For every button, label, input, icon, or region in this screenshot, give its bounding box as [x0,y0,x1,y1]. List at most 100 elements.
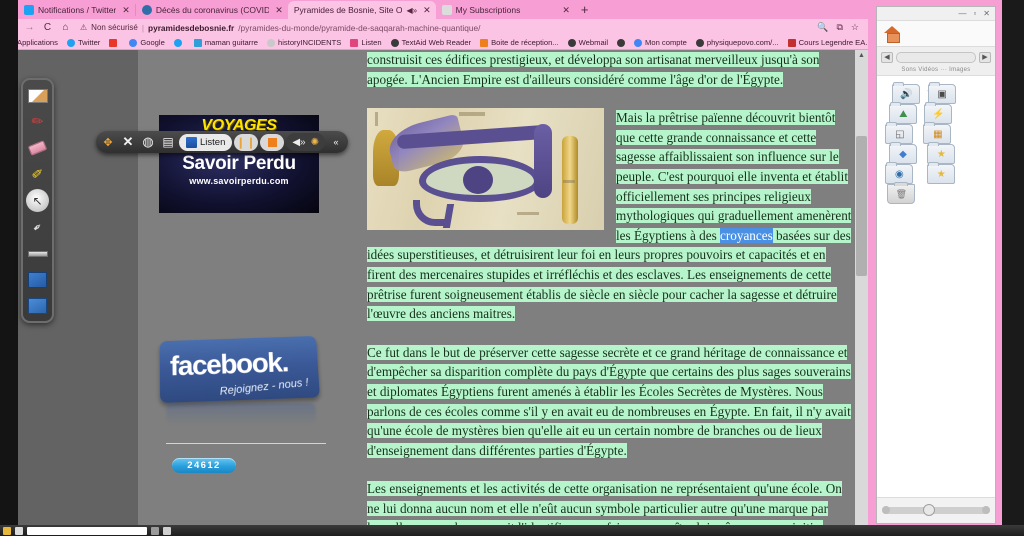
select-cursor-tool[interactable]: ↖ [26,189,49,212]
folder-item-animations[interactable]: ⚡ Animati... [918,102,956,120]
yellow-highlighter-tool[interactable]: ✏ [25,163,50,184]
tab-close-icon[interactable]: ✕ [421,5,431,16]
home-icon[interactable] [884,26,901,41]
slider-knob[interactable] [923,504,935,516]
banner-line-4: www.savoirperdu.com [159,176,319,186]
new-tab-button[interactable]: + [575,2,595,19]
paragraph-text-after: basées sur des idées superstitieuses, et… [367,228,851,321]
close-icon[interactable]: ✕ [119,133,137,151]
pause-button[interactable]: ❙❙ [234,134,258,151]
nav-back-button[interactable]: ◀ [881,52,893,63]
browser-tab-0[interactable]: Notifications / Twitter ✕ [18,1,135,19]
bookmark-twitter[interactable]: Twitter [67,38,100,47]
bookmark-google[interactable]: Google [129,38,165,47]
folder-item-recherches[interactable]: ◉ Recherc... [880,162,918,180]
move-handle-icon[interactable]: ✥ [99,133,117,151]
browser-tab-2[interactable]: Pyramides de Bosnie, Site O ◀» ✕ [288,1,436,19]
page-scrollbar[interactable]: ▲ ▼ [855,50,868,536]
maximize-button[interactable]: ▫ [973,9,976,18]
folder-item-favoris[interactable]: ★ Favoris [918,142,956,160]
gear-icon[interactable]: ✺ [311,137,319,148]
reload-button[interactable]: C [42,22,53,33]
browser-tab-3[interactable]: My Subscriptions ✕ [436,1,575,19]
bookmark-label: maman guitarre [205,38,258,47]
scroll-up-arrow[interactable]: ▲ [855,50,868,62]
bookmark-star-icon[interactable]: ☆ [851,22,859,33]
cours-icon [788,39,796,47]
textaid-floating-toolbar[interactable]: ✥ ✕ ◍ ▤ Listen ❙❙ ◀» ✺ « [96,131,348,153]
url-path: /pyramides-du-monde/pyramide-de-saqqarah… [238,23,480,33]
bookmark-textaid[interactable]: TextAid Web Reader [391,38,472,47]
taskbar-text-field[interactable] [27,527,147,535]
facebook-widget[interactable]: facebook. Rejoignez - nous ! 24612 [160,338,322,438]
tab-close-icon[interactable]: ✕ [120,5,130,16]
forward-button[interactable]: → [24,22,35,33]
minimize-button[interactable]: — [958,9,966,18]
file-browser-app: — ▫ ✕ ◀ ▶ Sons Vidéos ··· Images 🔊 ▣ ⛰ ⚡… [868,0,1024,536]
bookmark-boite-reception[interactable]: Boite de réception... [480,38,559,47]
line-tool[interactable] [25,243,50,264]
path-field[interactable] [896,52,976,63]
listen-button[interactable]: Listen [179,134,232,151]
red-pen-tool[interactable]: ✎ [25,111,50,132]
document-icon[interactable]: ▤ [159,133,177,151]
tab-close-icon[interactable]: ✕ [560,5,570,16]
screen-record-tool[interactable] [25,295,50,316]
bookmark-mon-compte[interactable]: Mon compte [634,38,687,47]
facebook-button[interactable]: facebook. Rejoignez - nous ! [160,336,320,403]
folder-item-images[interactable]: ⛰ Images [880,102,918,120]
site-banner[interactable]: VOYAGES INITIATIQUES Savoir Perdu www.sa… [159,115,319,213]
pupil [463,166,493,194]
plus-icon[interactable] [15,527,23,535]
folder-item-corbeille[interactable]: 🗑 Corbeille [880,182,918,200]
folder-item-signets[interactable]: ★ Signets [918,162,956,180]
star-icon[interactable] [3,527,11,535]
nav-forward-button[interactable]: ▶ [979,52,991,63]
hieroglyph-mark-3 [563,180,575,183]
cast-icon[interactable]: ⧉ [836,22,842,33]
bookmark-cours-legendre[interactable]: Cours Legendre EA.. [788,38,868,47]
bookmark-webmail[interactable]: Webmail [568,38,608,47]
folder-item-sons[interactable]: 🔊 Sons [880,82,918,100]
screen-root: Notifications / Twitter ✕ Décès du coron… [0,0,1024,536]
bookmark-label: Boite de réception... [491,38,559,47]
bookmark-unnamed-globe[interactable] [617,39,625,47]
bookmark-red-plus[interactable] [109,39,120,47]
bookmark-twitter-bird[interactable] [174,39,185,47]
folder-item-applications[interactable]: ▦ Applicat... [918,122,956,140]
twitter-bird-icon [174,39,182,47]
listen-label: Listen [200,137,225,148]
globe-icon[interactable]: ◍ [139,133,157,151]
plus2-icon[interactable] [163,527,171,535]
bookmark-maman-guitarre[interactable]: maman guitarre [194,38,258,47]
window-icon[interactable] [151,527,159,535]
folder-item-videos[interactable]: ▣ Vidéos [918,82,956,100]
browser-tab-1[interactable]: Décès du coronavirus (COVID-1 ✕ [136,1,288,19]
whiteboard-tool[interactable] [25,85,50,106]
pause-icon: ❙❙ [236,136,256,149]
folder-item-formes[interactable]: ◆ Formes [880,142,918,160]
tab-close-icon[interactable]: ✕ [273,5,283,16]
close-button[interactable]: ✕ [983,9,990,18]
facebook-label: facebook. [170,347,289,383]
zoom-icon[interactable]: 🔍 [817,22,828,33]
home-row[interactable] [877,21,995,47]
scrollbar-thumb[interactable] [856,136,867,276]
bookmark-listen[interactable]: Listen [350,38,381,47]
tab-audio-icon[interactable]: ◀» [406,6,417,15]
folder-item-interactifs[interactable]: ◱ Interacti... [880,122,918,140]
collapse-icon[interactable]: « [327,133,345,151]
eraser-tool[interactable] [25,137,50,158]
bookmark-label: physiquepovo.com/... [707,38,779,47]
icon-size-slider[interactable] [882,507,990,514]
page-viewport: VOYAGES INITIATIQUES Savoir Perdu www.sa… [0,50,868,536]
bookmark-physiquepovo[interactable]: physiquepovo.com/... [696,38,779,47]
thin-pen-icon: ✒ [30,220,45,236]
home-button[interactable]: ⌂ [60,22,71,33]
volume-icon[interactable]: ◀» [292,137,305,148]
screen-capture-tool[interactable] [25,269,50,290]
bookmark-history-incidents[interactable]: historyINCIDENTS [267,38,341,47]
thin-pen-tool[interactable]: ✒ [25,217,50,238]
address-bar[interactable]: ⚠ Non sécurisé | pyramidesdebosnie.fr/py… [78,21,810,34]
stop-button[interactable] [260,134,284,151]
